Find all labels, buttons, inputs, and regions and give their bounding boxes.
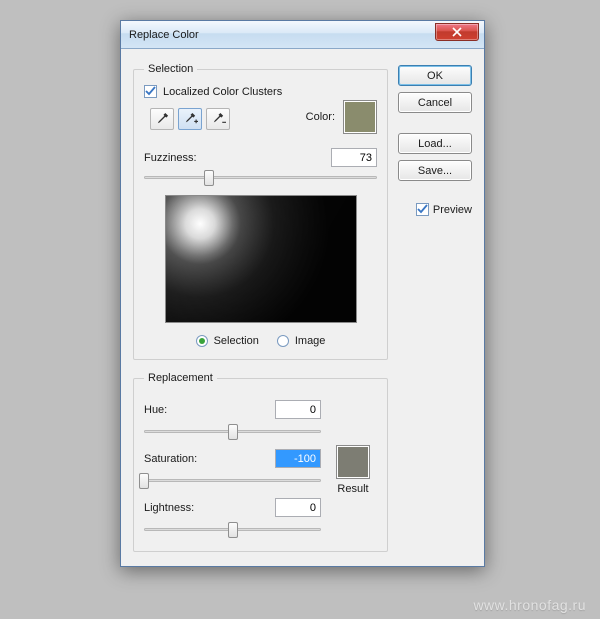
result-swatch[interactable]: [336, 445, 370, 479]
mode-selection-radio[interactable]: [196, 335, 208, 347]
mode-image-radio[interactable]: [277, 335, 289, 347]
eyedropper-minus-button[interactable]: [206, 108, 230, 130]
fuzziness-input[interactable]: [331, 148, 377, 167]
load-button[interactable]: Load...: [398, 133, 472, 154]
mode-image-label: Image: [295, 335, 326, 347]
lightness-thumb[interactable]: [228, 522, 238, 538]
watermark: www.hronofag.ru: [473, 597, 586, 613]
color-label: Color:: [306, 111, 335, 123]
result-label: Result: [337, 483, 368, 495]
saturation-input[interactable]: [275, 449, 321, 468]
eyedropper-icon: [155, 112, 170, 127]
selection-group: Selection Localized Color Clusters: [133, 63, 388, 360]
saturation-thumb[interactable]: [139, 473, 149, 489]
eyedropper-plus-button[interactable]: [178, 108, 202, 130]
ok-button[interactable]: OK: [398, 65, 472, 86]
fuzziness-label: Fuzziness:: [144, 152, 197, 164]
fuzziness-thumb[interactable]: [204, 170, 214, 186]
check-icon: [145, 86, 156, 97]
cancel-button[interactable]: Cancel: [398, 92, 472, 113]
close-button[interactable]: [435, 23, 479, 41]
selection-preview: [165, 195, 357, 323]
lightness-input[interactable]: [275, 498, 321, 517]
hue-input[interactable]: [275, 400, 321, 419]
localized-label: Localized Color Clusters: [163, 86, 282, 98]
replacement-group: Replacement Hue: Saturation:: [133, 372, 388, 552]
save-button[interactable]: Save...: [398, 160, 472, 181]
radio-dot: [199, 338, 205, 344]
lightness-label: Lightness:: [144, 502, 194, 514]
replace-color-dialog: Replace Color Selection Localized Color …: [120, 20, 485, 567]
eyedropper-plus-icon: [183, 112, 198, 127]
hue-label: Hue:: [144, 404, 167, 416]
titlebar[interactable]: Replace Color: [121, 21, 484, 49]
preview-checkbox[interactable]: [416, 203, 429, 216]
lightness-slider[interactable]: [144, 521, 321, 539]
saturation-label: Saturation:: [144, 453, 197, 465]
check-icon: [417, 204, 428, 215]
color-swatch[interactable]: [343, 100, 377, 134]
eyedropper-minus-icon: [211, 112, 226, 127]
hue-slider[interactable]: [144, 423, 321, 441]
preview-label: Preview: [433, 204, 472, 216]
saturation-slider[interactable]: [144, 472, 321, 490]
fuzziness-slider[interactable]: [144, 169, 377, 187]
close-icon: [452, 27, 462, 37]
eyedropper-button[interactable]: [150, 108, 174, 130]
replacement-legend: Replacement: [144, 372, 217, 384]
hue-thumb[interactable]: [228, 424, 238, 440]
localized-checkbox[interactable]: [144, 85, 157, 98]
mode-selection-label: Selection: [214, 335, 259, 347]
selection-legend: Selection: [144, 63, 197, 75]
window-title: Replace Color: [129, 29, 199, 41]
